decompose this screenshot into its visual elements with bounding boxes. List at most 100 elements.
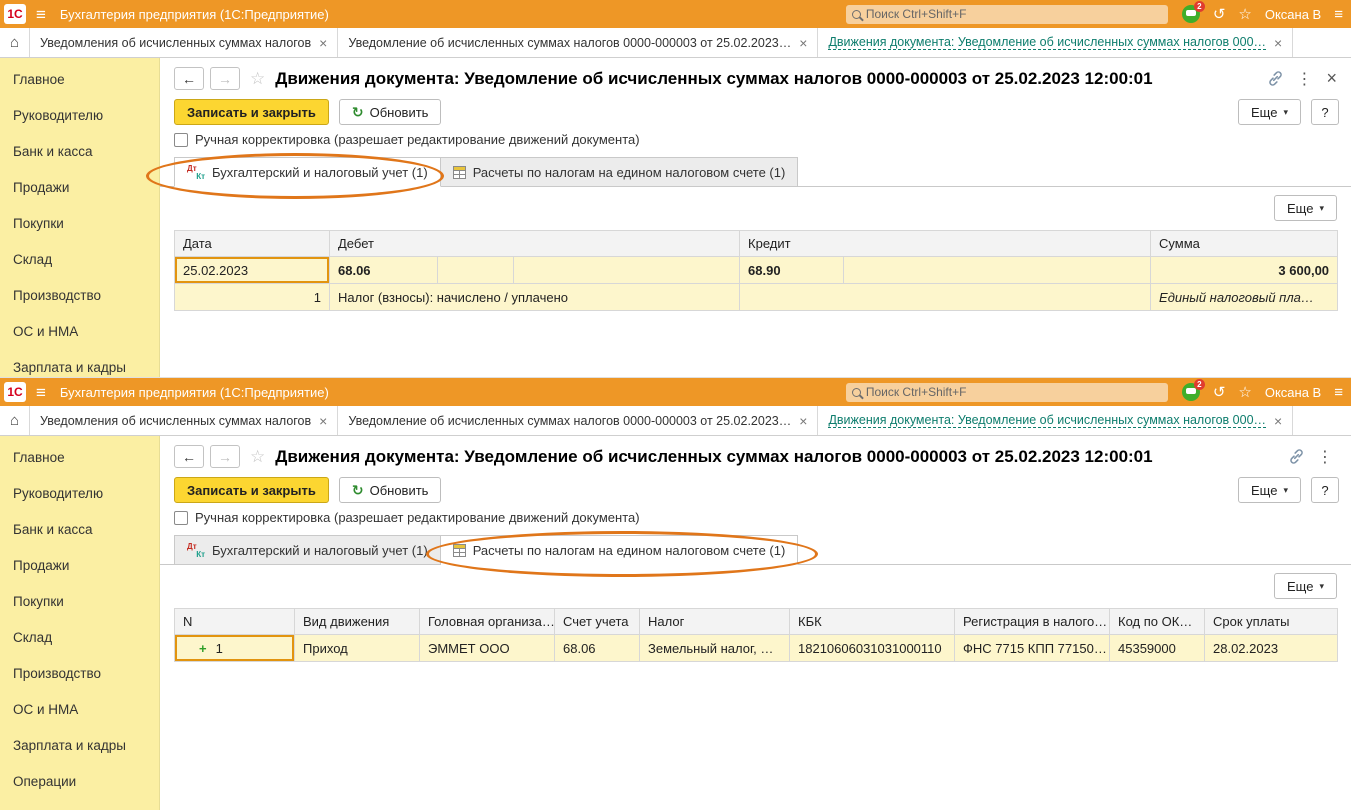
manual-correction-checkbox[interactable] — [174, 132, 188, 147]
history-icon[interactable]: ↺ — [1213, 385, 1226, 400]
sidebar-item-prodazhi[interactable]: Продажи — [0, 548, 159, 584]
close-icon[interactable]: × — [1274, 36, 1282, 50]
save-close-button[interactable]: Записать и закрыть — [174, 477, 329, 503]
cell-line-number[interactable]: 1 — [174, 283, 330, 311]
home-button[interactable]: ⌂ — [0, 28, 30, 57]
main-menu-burger-icon[interactable]: ≡ — [36, 384, 46, 401]
more-button[interactable]: Еще ▾ — [1238, 477, 1301, 503]
table-row[interactable]: +1 Приход ЭММЕТ ООО 68.06 Земельный нало… — [174, 634, 1338, 662]
cell-registration[interactable]: ФНС 7715 КПП 77150… — [954, 634, 1110, 662]
tab-unified-tax-account[interactable]: Расчеты по налогам на едином налоговом с… — [440, 535, 799, 565]
close-icon[interactable]: × — [319, 414, 327, 428]
col-organization[interactable]: Головная организа… — [419, 608, 555, 635]
cell-oktmo[interactable]: 45359000 — [1109, 634, 1205, 662]
service-menu-icon[interactable]: ≡ — [1334, 7, 1343, 22]
close-icon[interactable]: × — [799, 36, 807, 50]
cell-empty[interactable] — [739, 283, 1152, 311]
cell-kbk[interactable]: 18210606031031000110 — [789, 634, 955, 662]
col-movement-type[interactable]: Вид движения — [294, 608, 420, 635]
col-credit[interactable]: Кредит — [739, 230, 1152, 257]
col-tax[interactable]: Налог — [639, 608, 790, 635]
close-icon[interactable]: × — [799, 414, 807, 428]
favorite-star-icon[interactable]: ☆ — [250, 447, 265, 467]
global-search[interactable] — [845, 4, 1168, 24]
tab-document-movements[interactable]: Движения документа: Уведомление об исчис… — [818, 28, 1294, 57]
expand-plus-icon[interactable]: + — [199, 641, 207, 656]
more-menu-icon[interactable]: ⋮ — [1311, 447, 1339, 467]
history-icon[interactable]: ↺ — [1213, 7, 1226, 22]
col-oktmo[interactable]: Код по ОК… — [1109, 608, 1205, 635]
user-name[interactable]: Оксана В — [1265, 7, 1321, 22]
cell-sum[interactable]: 3 600,00 — [1150, 256, 1339, 284]
sidebar-item-os-nma[interactable]: ОС и НМА — [0, 314, 159, 350]
home-button[interactable]: ⌂ — [0, 406, 30, 435]
sidebar-item-glavnoe[interactable]: Главное — [0, 440, 159, 476]
sidebar-item-operacii[interactable]: Операции — [0, 764, 159, 800]
tab-notification-document[interactable]: Уведомление об исчисленных суммах налого… — [338, 406, 819, 435]
table-row[interactable]: 1 Налог (взносы): начислено / уплачено Е… — [174, 283, 1339, 311]
sidebar-item-proizvodstvo[interactable]: Производство — [0, 278, 159, 314]
cell-empty[interactable] — [437, 256, 514, 284]
col-registration[interactable]: Регистрация в налого… — [954, 608, 1110, 635]
discussions-icon[interactable]: 2 — [1181, 1, 1205, 23]
manual-correction-checkbox[interactable] — [174, 510, 188, 525]
get-link-icon[interactable] — [1267, 70, 1284, 87]
cell-credit-account[interactable]: 68.90 — [739, 256, 845, 284]
back-button[interactable]: ← — [174, 67, 204, 90]
get-link-icon[interactable] — [1288, 448, 1305, 465]
search-input[interactable] — [865, 7, 1162, 21]
sidebar-item-proizvodstvo[interactable]: Производство — [0, 656, 159, 692]
cell-empty[interactable] — [843, 256, 1152, 284]
cell-empty[interactable] — [512, 256, 741, 284]
close-window-icon[interactable]: × — [1324, 68, 1339, 89]
help-button[interactable]: ? — [1311, 99, 1339, 125]
cell-debit-account[interactable]: 68.06 — [329, 256, 438, 284]
forward-button[interactable]: → — [210, 445, 240, 468]
col-debit[interactable]: Дебет — [328, 230, 741, 257]
more-button[interactable]: Еще ▾ — [1238, 99, 1301, 125]
tab-unified-tax-account[interactable]: Расчеты по налогам на едином налоговом с… — [440, 157, 799, 186]
cell-organization[interactable]: ЭММЕТ ООО — [419, 634, 555, 662]
sidebar-item-pokupki[interactable]: Покупки — [0, 584, 159, 620]
more-menu-icon[interactable]: ⋮ — [1290, 69, 1318, 89]
forward-button[interactable]: → — [210, 67, 240, 90]
table-more-button[interactable]: Еще ▾ — [1274, 573, 1337, 599]
sidebar-item-prodazhi[interactable]: Продажи — [0, 170, 159, 206]
col-due-date[interactable]: Срок уплаты — [1204, 608, 1338, 635]
sidebar-item-os-nma[interactable]: ОС и НМА — [0, 692, 159, 728]
favorite-star-icon[interactable]: ☆ — [250, 69, 265, 89]
tab-document-movements[interactable]: Движения документа: Уведомление об исчис… — [818, 406, 1294, 435]
favorites-star-icon[interactable]: ☆ — [1238, 7, 1251, 22]
col-kbk[interactable]: КБК — [789, 608, 955, 635]
cell-account[interactable]: 68.06 — [554, 634, 640, 662]
close-icon[interactable]: × — [319, 36, 327, 50]
user-name[interactable]: Оксана В — [1265, 385, 1321, 400]
close-icon[interactable]: × — [1274, 414, 1282, 428]
col-n[interactable]: N — [174, 608, 295, 635]
favorites-star-icon[interactable]: ☆ — [1238, 385, 1251, 400]
tab-notifications-list[interactable]: Уведомления об исчисленных суммах налого… — [30, 28, 339, 57]
cell-movement-type[interactable]: Приход — [294, 634, 420, 662]
col-sum[interactable]: Сумма — [1150, 230, 1339, 257]
sidebar-item-rukovoditelyu[interactable]: Руководителю — [0, 476, 159, 512]
cell-tax[interactable]: Земельный налог, … — [639, 634, 790, 662]
refresh-button[interactable]: ↻ Обновить — [338, 99, 442, 125]
discussions-icon[interactable]: 2 — [1181, 379, 1205, 401]
tab-accounting-records[interactable]: Дт Кт Бухгалтерский и налоговый учет (1) — [174, 535, 441, 564]
cell-sum-note[interactable]: Единый налоговый пла… — [1150, 283, 1339, 311]
sidebar-item-sklad[interactable]: Склад — [0, 242, 159, 278]
back-button[interactable]: ← — [174, 445, 204, 468]
main-menu-burger-icon[interactable]: ≡ — [36, 6, 46, 23]
table-row[interactable]: 25.02.2023 68.06 68.90 3 600,00 — [174, 256, 1339, 284]
global-search[interactable] — [845, 382, 1168, 402]
sidebar-item-zarplata-kadry[interactable]: Зарплата и кадры — [0, 728, 159, 764]
sidebar-item-bank-kassa[interactable]: Банк и касса — [0, 134, 159, 170]
sidebar-item-glavnoe[interactable]: Главное — [0, 62, 159, 98]
sidebar-item-bank-kassa[interactable]: Банк и касса — [0, 512, 159, 548]
search-input[interactable] — [865, 385, 1162, 399]
table-more-button[interactable]: Еще ▾ — [1274, 195, 1337, 221]
service-menu-icon[interactable]: ≡ — [1334, 385, 1343, 400]
refresh-button[interactable]: ↻ Обновить — [338, 477, 442, 503]
col-account[interactable]: Счет учета — [554, 608, 640, 635]
cell-date[interactable]: 25.02.2023 — [174, 256, 330, 284]
